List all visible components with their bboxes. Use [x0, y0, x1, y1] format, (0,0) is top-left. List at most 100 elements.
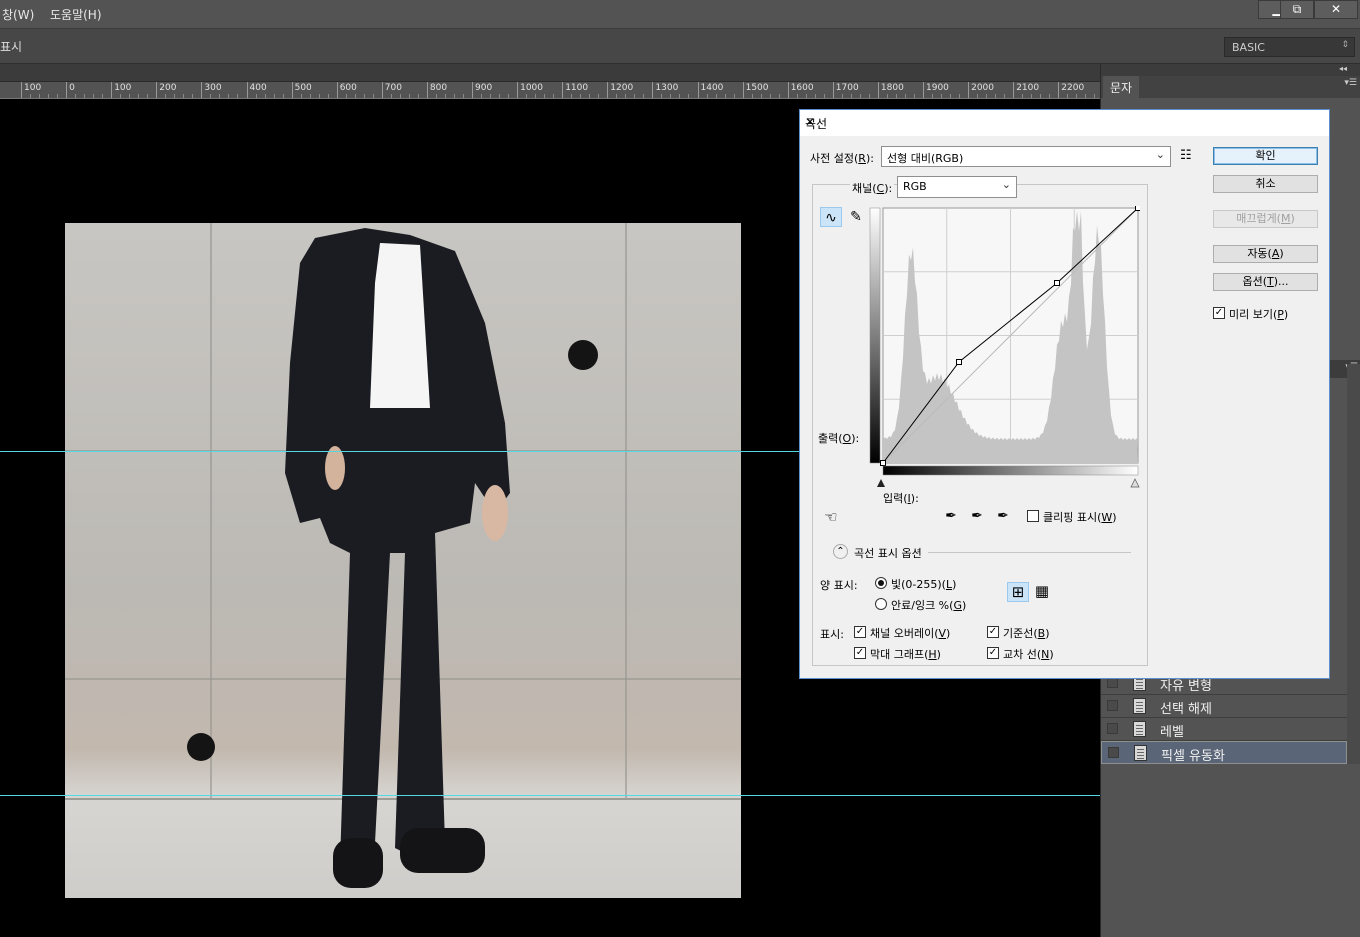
- ruler-minor-tick: [977, 94, 979, 98]
- preview-checkbox[interactable]: ✓: [1213, 307, 1225, 319]
- ruler-minor-tick: [823, 94, 825, 98]
- black-eyedropper-icon[interactable]: ✒: [940, 506, 962, 526]
- ruler-minor-tick: [688, 94, 690, 98]
- black-point-slider[interactable]: [877, 479, 885, 487]
- ruler-minor-tick: [210, 94, 212, 98]
- preset-options-icon[interactable]: ☷: [1180, 148, 1192, 163]
- close-icon[interactable]: ✕: [805, 115, 1321, 129]
- curve-control-point[interactable]: [1135, 206, 1141, 211]
- curve-control-point[interactable]: [1054, 280, 1060, 286]
- ruler-minor-tick: [318, 94, 320, 98]
- history-checkbox[interactable]: [1107, 723, 1118, 734]
- history-item[interactable]: 픽셀 유동화: [1101, 741, 1347, 764]
- collapse-up-icon[interactable]: ⌃: [833, 544, 848, 559]
- ruler-label: 0: [69, 83, 75, 93]
- ruler-minor-tick: [354, 94, 356, 98]
- ruler-minor-tick: [48, 94, 50, 98]
- ruler-minor-tick: [490, 94, 492, 98]
- curve-control-point[interactable]: [956, 359, 962, 365]
- ruler-minor-tick: [589, 94, 591, 98]
- ruler-minor-tick: [75, 94, 77, 98]
- ruler-minor-tick: [1031, 94, 1033, 98]
- white-eyedropper-icon[interactable]: ✒: [992, 506, 1014, 526]
- gray-eyedropper-icon[interactable]: ✒: [966, 506, 988, 526]
- ruler-tick: [472, 82, 473, 98]
- simple-grid-icon[interactable]: ⊞: [1007, 582, 1029, 602]
- channel-select[interactable]: RGB ⌄: [897, 176, 1017, 198]
- preset-value: 선형 대비(RGB): [887, 152, 964, 165]
- panel-menu-icon[interactable]: ▾☰: [1344, 78, 1357, 88]
- hand-adjust-icon[interactable]: ☜: [820, 507, 842, 527]
- ruler-tick: [246, 82, 248, 98]
- ruler-label: 900: [475, 83, 493, 93]
- ruler-tick: [742, 82, 744, 98]
- collapse-icon[interactable]: ◂◂: [1339, 64, 1347, 73]
- curve-icon: ∿: [825, 210, 837, 226]
- ruler-label: 1900: [926, 83, 949, 93]
- history-checkbox[interactable]: [1107, 700, 1118, 711]
- ruler-minor-tick: [544, 94, 546, 98]
- menu-window[interactable]: 창(W): [2, 6, 34, 23]
- clipping-label: 클리핑 표시(W): [1043, 511, 1117, 524]
- preset-select[interactable]: 선형 대비(RGB) ⌄: [881, 146, 1171, 167]
- ruler-label: 1400: [700, 83, 724, 93]
- ok-button[interactable]: 확인: [1213, 147, 1318, 165]
- panel-header: ◂◂: [1101, 64, 1360, 76]
- ruler-minor-tick: [535, 94, 537, 98]
- intersection-checkbox[interactable]: ✓: [987, 647, 999, 659]
- curve-point-tool[interactable]: ∿: [820, 207, 842, 227]
- ruler-label: 1600: [790, 83, 814, 93]
- ruler-minor-tick: [183, 94, 185, 98]
- ruler-minor-tick: [661, 94, 663, 98]
- ruler-minor-tick: [616, 94, 618, 98]
- horizontal-guide[interactable]: [0, 795, 1100, 796]
- ruler-minor-tick: [372, 94, 374, 98]
- history-item[interactable]: 레벨: [1101, 718, 1347, 741]
- ruler-label: 1000: [520, 83, 543, 93]
- clipping-checkbox[interactable]: [1027, 510, 1039, 522]
- curve-graph[interactable]: [868, 206, 1140, 496]
- history-item[interactable]: 선택 해제: [1101, 695, 1347, 718]
- pigment-label: 안료/잉크 %(G): [891, 599, 967, 612]
- overlay-checkbox[interactable]: ✓: [854, 626, 866, 638]
- restore-button[interactable]: ⧉: [1280, 0, 1314, 19]
- ruler-minor-tick: [39, 94, 41, 98]
- ruler-minor-tick: [309, 94, 311, 98]
- baseline-checkbox[interactable]: ✓: [987, 626, 999, 638]
- ruler-label: 300: [204, 83, 222, 93]
- pencil-tool[interactable]: ✎: [845, 207, 867, 227]
- auto-button[interactable]: 자동(A): [1213, 245, 1318, 263]
- ruler-minor-tick: [1085, 94, 1087, 98]
- histogram-checkbox[interactable]: ✓: [854, 647, 866, 659]
- ruler-minor-tick: [444, 94, 446, 98]
- tab-character[interactable]: 문자: [1103, 76, 1140, 98]
- pigment-radio[interactable]: [875, 598, 887, 610]
- ruler-tick: [21, 82, 22, 98]
- options-button[interactable]: 옵션(T)...: [1213, 273, 1318, 291]
- ruler-label: 2200: [1061, 83, 1085, 93]
- menu-help[interactable]: 도움말(H): [50, 6, 102, 23]
- ruler-minor-tick: [282, 94, 284, 98]
- close-window-button[interactable]: ✕: [1314, 0, 1358, 19]
- ruler-label: 500: [294, 83, 312, 93]
- cancel-button[interactable]: 취소: [1213, 175, 1318, 193]
- ruler-tick: [877, 82, 879, 98]
- ruler-minor-tick: [129, 94, 131, 98]
- ruler-minor-tick: [1067, 94, 1069, 98]
- curve-control-point[interactable]: [880, 460, 886, 466]
- light-radio[interactable]: [875, 577, 887, 589]
- workspace-select[interactable]: BASIC ⇕: [1224, 37, 1355, 57]
- ruler-minor-tick: [255, 94, 257, 98]
- histogram-label: 막대 그래프(H): [870, 648, 941, 661]
- history-checkbox[interactable]: [1108, 747, 1119, 758]
- ruler-minor-tick: [553, 94, 555, 98]
- white-point-slider[interactable]: [1130, 478, 1140, 488]
- horizontal-ruler[interactable]: 100 0 100 200 300 400 500 600 700 800 900 1000 1100 1…: [0, 82, 1100, 99]
- detailed-grid-icon[interactable]: ▦: [1031, 582, 1053, 602]
- ruler-minor-tick: [760, 94, 762, 98]
- panel-scrollbar[interactable]: [1347, 364, 1360, 764]
- ruler-minor-tick: [147, 94, 149, 98]
- ruler-tick: [517, 82, 519, 98]
- smooth-button[interactable]: 매끄럽게(M): [1213, 210, 1318, 228]
- amount-label: 양 표시:: [820, 579, 858, 592]
